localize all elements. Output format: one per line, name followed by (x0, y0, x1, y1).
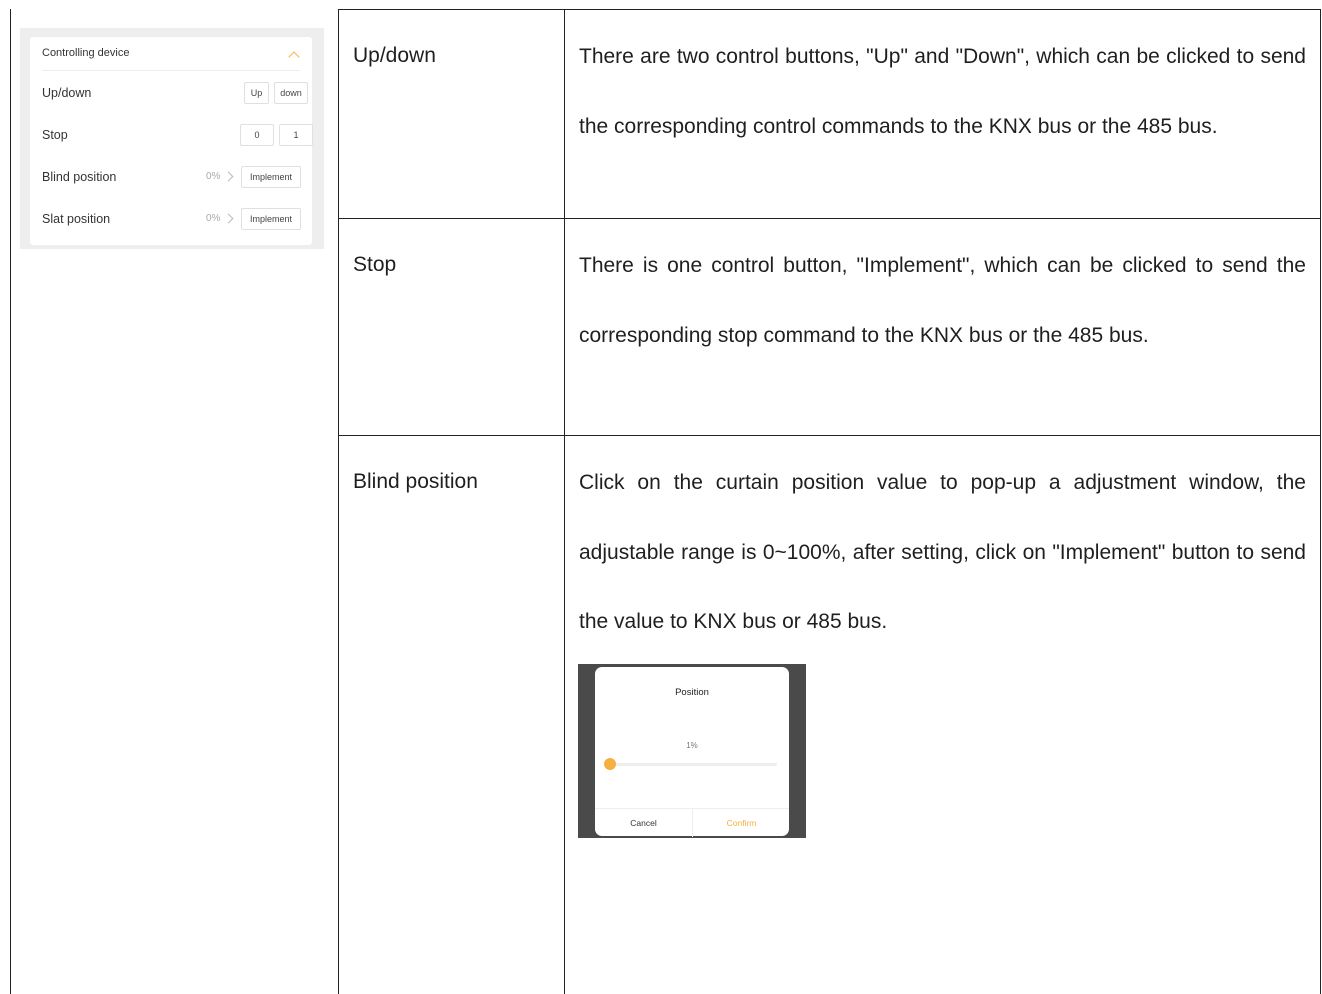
table-border-right (1320, 9, 1321, 994)
table-row-divider (338, 435, 1321, 436)
description-line: Click on the curtain position value to p… (579, 471, 1264, 494)
description-line: bus or the 485 bus. (1037, 114, 1218, 138)
slat-position-value[interactable]: 0% (206, 213, 220, 224)
table-border-top (338, 9, 1321, 10)
blind-position-value[interactable]: 0% (206, 171, 220, 182)
row-name-updown: Up/down (353, 44, 436, 67)
cancel-button[interactable]: Cancel (595, 818, 692, 828)
implement-button[interactable]: Implement (241, 166, 301, 188)
stop-1-button[interactable]: 1 (279, 124, 313, 146)
device-panel: Controlling device Up/down Up down Stop … (20, 28, 324, 249)
description-line: bus. (1108, 323, 1149, 347)
table-border-left (10, 9, 11, 994)
card-header[interactable]: Controlling device (42, 47, 300, 71)
control-row-stop: Stop 0 1 (42, 124, 313, 148)
control-row-slat-position: Slat position 0% Implement (42, 208, 301, 232)
device-card: Controlling device Up/down Up down Stop … (30, 37, 313, 245)
row-name-stop: Stop (353, 253, 397, 276)
dialog-footer: Cancel Confirm (595, 808, 789, 837)
table-border-col2 (564, 9, 565, 994)
row-name-blind-position: Blind position (353, 470, 478, 493)
implement-button[interactable]: Implement (241, 208, 301, 230)
position-dialog: Position 1% Cancel Confirm (595, 667, 789, 837)
chevron-up-icon[interactable] (288, 51, 300, 63)
row-description-blind-position: Click on the curtain position value to p… (579, 448, 1306, 657)
confirm-button[interactable]: Confirm (693, 818, 790, 828)
row-label: Stop (42, 128, 68, 142)
chevron-right-icon[interactable] (223, 171, 234, 182)
up-button[interactable]: Up (244, 82, 269, 104)
control-row-blind-position: Blind position 0% Implement (42, 166, 301, 190)
chevron-right-icon[interactable] (223, 213, 234, 224)
row-label: Up/down (42, 86, 92, 100)
position-slider[interactable] (607, 763, 777, 766)
down-button[interactable]: down (274, 82, 308, 104)
card-title: Controlling device (42, 47, 130, 59)
row-label: Slat position (42, 212, 111, 226)
table-border-col1 (338, 9, 339, 994)
control-row-updown: Up/down Up down (42, 82, 308, 106)
slider-value: 1% (686, 741, 698, 750)
slider-thumb[interactable] (603, 758, 616, 770)
description-line: There is one control button, "Implement"… (579, 254, 1214, 277)
stop-0-button[interactable]: 0 (240, 124, 274, 146)
row-label: Blind position (42, 170, 117, 184)
row-description-updown: There are two control buttons, "Up" and … (579, 22, 1306, 161)
description-line: There are two control buttons, "Up" and … (579, 45, 1160, 68)
table-row-divider (338, 218, 1321, 219)
row-description-stop: There is one control button, "Implement"… (579, 231, 1306, 370)
position-popup-screenshot: Position 1% Cancel Confirm (578, 664, 806, 838)
dialog-title: Position (675, 687, 709, 698)
